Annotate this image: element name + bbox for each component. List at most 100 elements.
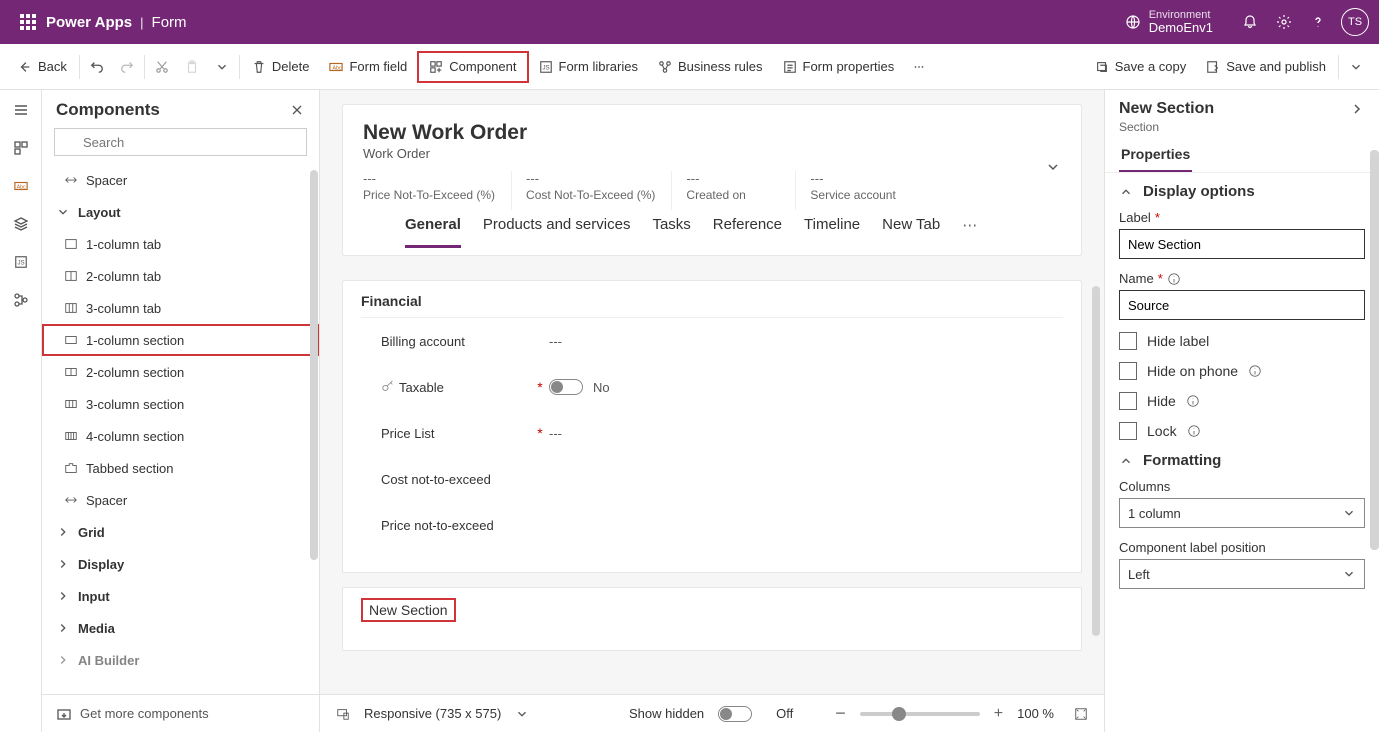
save-chevron[interactable] <box>1341 51 1371 83</box>
tab-general[interactable]: General <box>405 210 461 248</box>
input-group[interactable]: Input <box>42 580 319 612</box>
chevron-down-icon[interactable] <box>515 707 529 721</box>
tab-new[interactable]: New Tab <box>882 210 940 248</box>
price-nte-field[interactable]: Price not-to-exceed <box>361 502 1063 548</box>
info-icon[interactable] <box>1187 424 1201 438</box>
rail-hamburger-icon[interactable] <box>9 98 33 122</box>
back-button[interactable]: Back <box>8 51 77 83</box>
paste-button[interactable] <box>177 51 207 83</box>
help-icon[interactable] <box>1301 5 1335 39</box>
pricelist-field[interactable]: Price List*--- <box>361 410 1063 456</box>
search-input[interactable] <box>54 128 307 156</box>
display-options-group[interactable]: Display options <box>1119 183 1365 200</box>
form-properties-button[interactable]: Form properties <box>773 51 905 83</box>
zoom-plus[interactable]: + <box>994 705 1003 723</box>
tabbed-section-item[interactable]: Tabbed section <box>42 452 319 484</box>
info-icon[interactable] <box>1248 364 1262 378</box>
rail-layers-icon[interactable] <box>9 212 33 236</box>
header-field[interactable]: ---Price Not-To-Exceed (%) <box>363 171 512 210</box>
rail-js-icon[interactable]: JS <box>9 250 33 274</box>
3-column-tab-item[interactable]: 3-column tab <box>42 292 319 324</box>
header-field[interactable]: ---Created on <box>686 171 796 210</box>
responsive-label[interactable]: Responsive (735 x 575) <box>364 706 501 721</box>
spacer-item-2[interactable]: Spacer <box>42 484 319 516</box>
properties-tab[interactable]: Properties <box>1119 140 1192 172</box>
hide-checkbox[interactable]: Hide <box>1119 392 1365 410</box>
1-column-tab-item[interactable]: 1-column tab <box>42 228 319 260</box>
tab-timeline[interactable]: Timeline <box>804 210 860 248</box>
settings-icon[interactable] <box>1267 5 1301 39</box>
billing-field[interactable]: Billing account--- <box>361 318 1063 364</box>
header-chevron-icon[interactable] <box>1045 159 1061 175</box>
form-field-button[interactable]: AbcForm field <box>319 51 417 83</box>
tab-reference[interactable]: Reference <box>713 210 782 248</box>
hide-label-checkbox[interactable]: Hide label <box>1119 332 1365 350</box>
formatting-group[interactable]: Formatting <box>1119 452 1365 469</box>
fit-icon[interactable] <box>1074 707 1088 721</box>
components-panel: Components Spacer Layout 1-column tab 2-… <box>42 90 320 732</box>
component-button[interactable]: Component <box>417 51 528 83</box>
business-rules-icon <box>658 60 672 74</box>
undo-button[interactable] <box>82 51 112 83</box>
taxable-toggle[interactable] <box>549 379 583 395</box>
brand-label: Power Apps <box>46 14 132 31</box>
props-scrollbar[interactable] <box>1370 150 1379 550</box>
paste-chevron[interactable] <box>207 51 237 83</box>
show-hidden-toggle[interactable] <box>718 706 752 722</box>
key-icon <box>381 380 395 394</box>
get-more-components[interactable]: Get more components <box>42 694 319 732</box>
2-column-section-item[interactable]: 2-column section <box>42 356 319 388</box>
columns-select[interactable]: 1 column <box>1119 498 1365 528</box>
header-field[interactable]: ---Service account <box>810 171 920 210</box>
label-input[interactable] <box>1119 229 1365 259</box>
financial-section[interactable]: Financial Billing account--- Taxable * N… <box>342 280 1082 573</box>
name-input[interactable] <box>1119 290 1365 320</box>
close-icon[interactable] <box>289 102 305 118</box>
notifications-icon[interactable] <box>1233 5 1267 39</box>
taxable-field[interactable]: Taxable * No <box>361 364 1063 410</box>
name-label: Name* <box>1119 271 1365 286</box>
delete-button[interactable]: Delete <box>242 51 320 83</box>
overflow-button[interactable] <box>904 51 934 83</box>
4-column-section-item[interactable]: 4-column section <box>42 420 319 452</box>
cut-button[interactable] <box>147 51 177 83</box>
2-column-tab-item[interactable]: 2-column tab <box>42 260 319 292</box>
media-group[interactable]: Media <box>42 612 319 644</box>
panel-scrollbar[interactable] <box>310 170 318 560</box>
info-icon[interactable] <box>1167 272 1181 286</box>
rail-components-icon[interactable] <box>9 136 33 160</box>
display-group[interactable]: Display <box>42 548 319 580</box>
hide-phone-checkbox[interactable]: Hide on phone <box>1119 362 1365 380</box>
3-column-section-item[interactable]: 3-column section <box>42 388 319 420</box>
new-section[interactable]: New Section <box>342 587 1082 651</box>
canvas-scrollbar[interactable] <box>1092 286 1100 636</box>
tab-products[interactable]: Products and services <box>483 210 631 248</box>
business-rules-button[interactable]: Business rules <box>648 51 773 83</box>
avatar[interactable]: TS <box>1341 8 1369 36</box>
rail-tree-icon[interactable] <box>9 288 33 312</box>
form-header-card: New Work Order Work Order ---Price Not-T… <box>342 104 1082 256</box>
ai-builder-group[interactable]: AI Builder <box>42 644 319 676</box>
rail-fields-icon[interactable]: Abc <box>9 174 33 198</box>
waffle-icon[interactable] <box>20 14 36 30</box>
grid-group[interactable]: Grid <box>42 516 319 548</box>
zoom-slider[interactable] <box>860 712 980 716</box>
zoom-minus[interactable]: − <box>835 703 846 724</box>
info-icon[interactable] <box>1186 394 1200 408</box>
lock-checkbox[interactable]: Lock <box>1119 422 1365 440</box>
responsive-icon <box>336 707 350 721</box>
tab-overflow[interactable]: ⋯ <box>962 210 977 248</box>
header-field[interactable]: ---Cost Not-To-Exceed (%) <box>526 171 672 210</box>
tab-tasks[interactable]: Tasks <box>652 210 690 248</box>
spacer-item[interactable]: Spacer <box>42 164 319 196</box>
1-column-section-item[interactable]: 1-column section <box>42 324 319 356</box>
chevron-right-icon[interactable] <box>1349 101 1365 117</box>
redo-button[interactable] <box>112 51 142 83</box>
cost-nte-field[interactable]: Cost not-to-exceed <box>361 456 1063 502</box>
clp-select[interactable]: Left <box>1119 559 1365 589</box>
save-copy-button[interactable]: Save a copy <box>1085 51 1197 83</box>
layout-group[interactable]: Layout <box>42 196 319 228</box>
form-libraries-button[interactable]: JSForm libraries <box>529 51 648 83</box>
environment-picker[interactable]: Environment DemoEnv1 <box>1125 9 1213 35</box>
save-publish-button[interactable]: Save and publish <box>1196 51 1336 83</box>
